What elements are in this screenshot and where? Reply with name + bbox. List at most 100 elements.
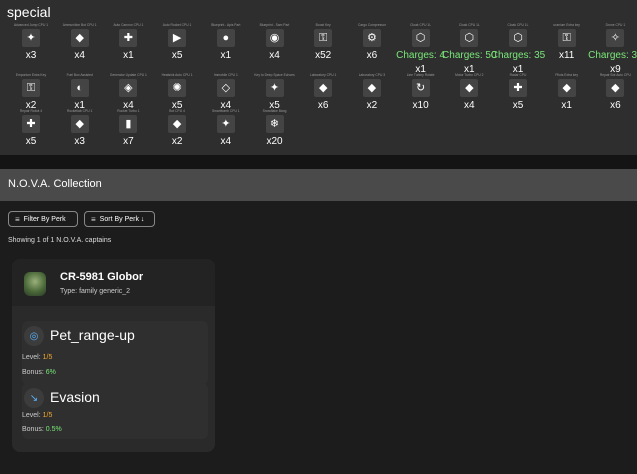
lab-icon: ◆ [362,79,381,97]
heatsink-icon: ✺ [168,79,187,97]
inventory-item[interactable]: Advanced Jump CPU 1 ✦ x3 [7,23,55,69]
inventory-item[interactable]: Repair Bot Auto CPU ◆ x6 [591,73,637,119]
inventory-item[interactable]: Auto Cannon CPU 1 ✚ x1 [104,23,152,69]
drone-icon: ✧ [606,29,625,47]
inventory-item[interactable]: Pilots Extra key ◆ x1 [543,73,591,119]
inventory-item[interactable]: Motor Turbo CPU 2 ◆ x4 [445,73,493,119]
perk-bonus-label: Bonus: [22,426,44,433]
jump-icon: ✦ [22,29,40,47]
inventory-item[interactable]: Smartbomb CPU 1 ✦ x4 [202,109,250,155]
inventory-item[interactable]: Repair Robot 4 ✚ x5 [7,109,55,155]
item-count: x5 [171,50,183,61]
item-count: x4 [269,50,280,61]
item-count: x1 [561,100,572,111]
inventory-item[interactable]: Auto Rocket CPU 1 ▶ x5 [153,23,201,69]
perk-bonus: Bonus: 0.5% [22,426,62,433]
inventory-item[interactable]: Cloak CPU 1L ⬡ Charges: 4 x1 [396,23,445,75]
blueprint-icon: ◉ [265,29,284,47]
item-glyph: ⚿ [562,31,571,44]
inventory-item[interactable]: Laboratory CPU 3 ◆ x2 [348,73,396,119]
item-count: x2 [171,136,183,147]
filter-icon: ≡ [15,214,20,224]
inventory-item[interactable]: Ammunition Bot CPU 1 ◆ x4 [56,23,104,69]
item-glyph: ✚ [26,117,36,130]
item-count: x6 [317,100,329,111]
inventory-item[interactable]: Rocket Turbo 1 ▮ x7 [104,109,152,155]
inventory-item[interactable]: Snowflake Bang ❄ x20 [251,109,299,155]
inventory-item[interactable]: Cloak CPU 1L ⬡ Charges: 50 x1 [442,23,496,75]
inventory-item[interactable]: Line Turkey Rotate ↻ x10 [397,73,445,119]
lab-icon: ◆ [314,79,333,97]
item-label: Repair Robot 4 [19,109,43,113]
item-count: x1 [123,50,134,61]
item-glyph: ⬡ [415,31,426,44]
item-count: x3 [74,136,85,147]
item-glyph: ⚿ [319,31,328,44]
rocket-turbo-icon: ▮ [119,115,138,133]
item-glyph: ◆ [465,81,474,94]
item-label: Cloak CPU 1L [458,23,480,27]
sort-icon: ≡ [91,214,96,224]
inventory-item[interactable]: Boost Key ⚿ x52 [299,23,347,69]
perk-bonus-label: Bonus: [22,369,44,376]
item-label: Radar CPU [509,73,527,77]
special-panel: special Advanced Jump CPU 1 ✦ x3 Ammunition… [0,0,637,155]
range-icon: ◎ [24,326,44,346]
item-label: Immobile CPU 1 [213,73,238,77]
item-label: Rocket Turbo 1 [117,109,140,113]
captain-name: CR-5981 Globor [60,271,144,283]
perk-name: Evasion [50,389,100,405]
inventory-item[interactable]: Blueprint - Apis Part ● x1 [202,23,250,69]
inventory-item[interactable]: Drone CPU 1✧Charges: 32x9 [588,23,637,75]
item-label: Smartbomb CPU 1 [211,109,240,113]
item-glyph: ▮ [125,117,132,130]
nova-header: N.O.V.A. Collection [0,169,637,201]
section-divider [0,155,637,169]
inventory-item[interactable]: Rocketlab CPU 1 ◆ x3 [56,109,104,155]
captain-card[interactable]: CR-5981 Globor Type: family generic_2 ◎ … [12,259,215,452]
item-count: x5 [512,100,524,111]
perk-level-label: Level: [22,412,41,419]
perk-bonus: Bonus: 6% [22,369,56,376]
sort-by-perk-button[interactable]: ≡ Sort By Perk ↓ [84,211,155,227]
item-glyph: ✧ [610,31,620,44]
item-count: x20 [266,136,283,147]
item-count: x52 [315,50,332,61]
item-count: x4 [74,50,85,61]
inventory-item[interactable]: Radar CPU ✚ x5 [494,73,542,119]
item-glyph: ◈ [124,81,133,94]
item-label: Ammunition Bot CPU 1 [62,23,97,27]
cannon-icon: ✚ [119,29,138,47]
inventory-item[interactable]: Laboratory CPU 1 ◆ x6 [299,73,347,119]
item-glyph: ◆ [75,117,84,130]
item-label: Boost Key [315,23,331,27]
nova-collection-title: N.O.V.A. Collection [8,178,102,190]
item-label: Snowflake Bang [262,109,287,113]
item-glyph: ◉ [269,31,280,44]
item-count: x3 [25,50,37,61]
item-glyph: ✚ [513,81,523,94]
evasion-icon: ↘ [24,388,44,408]
perk-level: Level: 1/5 [22,354,52,361]
item-label: Bot CPU 4 [169,109,185,113]
perk-bonus-value: 0.5% [45,426,62,433]
inventory-item[interactable]: Bot CPU 4 ◆ x2 [153,109,201,155]
item-glyph: ✦ [221,117,231,130]
item-label: Heatsink Auto CPU 1 [161,73,193,77]
filter-by-perk-button[interactable]: ≡ Filter By Perk [8,211,78,227]
inventory-item[interactable]: Cargo Compressor ⚙ x6 [348,23,396,69]
inventory-item[interactable]: uranium Extra key ⚿ x11 [543,23,591,69]
item-label: Generator Update CPU 1 [109,73,147,77]
item-count: x10 [412,100,429,111]
inventory-item[interactable]: Cloak CPU 1L ⬡ Charges: 35 x1 [491,23,545,75]
item-glyph: ◐ [76,81,84,94]
item-label: uranium Extra key [553,23,580,27]
item-label: Laboratory CPU 1 [309,73,337,77]
perk-level-label: Level: [22,354,41,361]
item-label: Cargo Compressor [357,23,386,27]
item-count: x6 [610,100,621,111]
filter-button-label: Filter By Perk [23,215,66,223]
inventory-item[interactable]: Blueprint - Sam Part ◉ x4 [251,23,299,69]
item-label: Blueprint - Apis Part [211,23,241,27]
cloak-icon: ⬡ [460,29,479,47]
